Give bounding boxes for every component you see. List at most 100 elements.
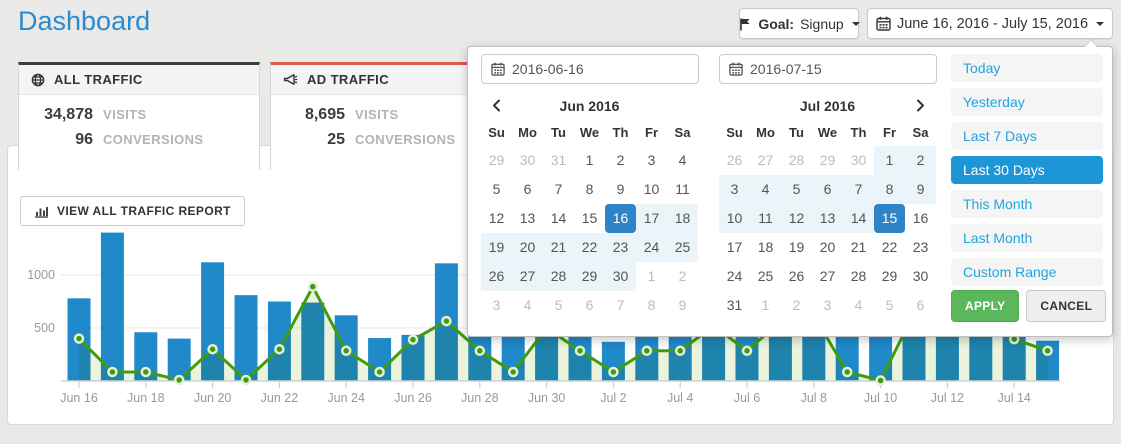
line-marker[interactable] [309, 283, 317, 291]
calendar-day[interactable]: 22 [574, 233, 605, 262]
calendar-day[interactable]: 21 [543, 233, 574, 262]
calendar-day[interactable]: 5 [543, 291, 574, 320]
calendar-day[interactable]: 30 [843, 146, 874, 175]
calendar-day[interactable]: 3 [636, 146, 667, 175]
calendar-day[interactable]: 7 [843, 175, 874, 204]
calendar-day[interactable]: 4 [750, 175, 781, 204]
calendar-day[interactable]: 26 [481, 262, 512, 291]
calendar-day[interactable]: 7 [605, 291, 636, 320]
calendar-day[interactable]: 12 [781, 204, 812, 233]
calendar-day[interactable]: 6 [512, 175, 543, 204]
calendar-day[interactable]: 29 [812, 146, 843, 175]
line-marker[interactable] [743, 347, 751, 355]
line-marker[interactable] [342, 347, 350, 355]
line-marker[interactable] [209, 345, 217, 353]
line-marker[interactable] [877, 376, 885, 384]
line-marker[interactable] [75, 335, 83, 343]
calendar-day[interactable]: 1 [874, 146, 905, 175]
calendar-day[interactable]: 28 [843, 262, 874, 291]
stat-card-all-traffic[interactable]: ALL TRAFFIC 34,878 VISITS 96 CONVERSIONS [18, 62, 260, 170]
calendar-day[interactable]: 4 [667, 146, 698, 175]
line-marker[interactable] [108, 368, 116, 376]
line-marker[interactable] [442, 317, 450, 325]
calendar-day[interactable]: 10 [719, 204, 750, 233]
calendar-day[interactable]: 28 [543, 262, 574, 291]
calendar-day[interactable]: 31 [719, 291, 750, 320]
calendar-day[interactable]: 19 [781, 233, 812, 262]
calendar-day[interactable]: 29 [481, 146, 512, 175]
calendar-day[interactable]: 8 [574, 175, 605, 204]
calendar-day[interactable]: 27 [512, 262, 543, 291]
end-date-input[interactable] [750, 61, 910, 77]
calendar-day[interactable]: 24 [719, 262, 750, 291]
calendar-day[interactable]: 6 [574, 291, 605, 320]
calendar-day[interactable]: 29 [574, 262, 605, 291]
chevron-right-icon[interactable] [905, 92, 936, 119]
line-marker[interactable] [576, 347, 584, 355]
calendar-day[interactable]: 30 [605, 262, 636, 291]
line-marker[interactable] [476, 347, 484, 355]
calendar-day[interactable]: 13 [812, 204, 843, 233]
calendar-day[interactable]: 2 [667, 262, 698, 291]
calendar-day[interactable]: 15 [874, 204, 905, 233]
calendar-day[interactable]: 15 [574, 204, 605, 233]
calendar-day[interactable]: 1 [574, 146, 605, 175]
line-marker[interactable] [275, 345, 283, 353]
calendar-day[interactable]: 3 [812, 291, 843, 320]
calendar-day[interactable]: 2 [605, 146, 636, 175]
preset-today[interactable]: Today [951, 54, 1103, 82]
calendar-day[interactable]: 3 [481, 291, 512, 320]
calendar-day[interactable]: 28 [781, 146, 812, 175]
calendar-day[interactable]: 11 [667, 175, 698, 204]
calendar-day[interactable]: 18 [750, 233, 781, 262]
calendar-day[interactable]: 1 [636, 262, 667, 291]
calendar-day[interactable]: 7 [543, 175, 574, 204]
line-marker[interactable] [509, 368, 517, 376]
calendar-day[interactable]: 11 [750, 204, 781, 233]
calendar-day[interactable]: 14 [543, 204, 574, 233]
calendar-day[interactable]: 5 [874, 291, 905, 320]
calendar-day[interactable]: 19 [481, 233, 512, 262]
calendar-day[interactable]: 21 [843, 233, 874, 262]
preset-last-month[interactable]: Last Month [951, 224, 1103, 252]
calendar-day[interactable]: 4 [512, 291, 543, 320]
goal-selector-button[interactable]: Goal: Signup [739, 8, 859, 39]
calendar-day[interactable]: 20 [812, 233, 843, 262]
calendar-day[interactable]: 23 [605, 233, 636, 262]
line-marker[interactable] [643, 347, 651, 355]
calendar-day[interactable]: 23 [905, 233, 936, 262]
calendar-day[interactable]: 29 [874, 262, 905, 291]
line-marker[interactable] [142, 368, 150, 376]
line-marker[interactable] [376, 368, 384, 376]
calendar-day[interactable]: 30 [512, 146, 543, 175]
calendar-day[interactable]: 27 [812, 262, 843, 291]
calendar-day[interactable]: 6 [905, 291, 936, 320]
calendar-day[interactable]: 16 [905, 204, 936, 233]
line-marker[interactable] [676, 347, 684, 355]
date-range-button[interactable]: June 16, 2016 - July 15, 2016 [867, 8, 1113, 39]
calendar-day[interactable]: 3 [719, 175, 750, 204]
preset-custom-range[interactable]: Custom Range [951, 258, 1103, 286]
cancel-button[interactable]: CANCEL [1026, 290, 1106, 322]
calendar-day[interactable]: 22 [874, 233, 905, 262]
calendar-day[interactable]: 4 [843, 291, 874, 320]
calendar-day[interactable]: 9 [905, 175, 936, 204]
calendar-day[interactable]: 17 [719, 233, 750, 262]
calendar-day[interactable]: 27 [750, 146, 781, 175]
calendar-day[interactable]: 1 [750, 291, 781, 320]
line-marker[interactable] [175, 376, 183, 384]
calendar-day[interactable]: 8 [874, 175, 905, 204]
preset-yesterday[interactable]: Yesterday [951, 88, 1103, 116]
calendar-day[interactable]: 25 [667, 233, 698, 262]
calendar-day[interactable]: 18 [667, 204, 698, 233]
calendar-day[interactable]: 30 [905, 262, 936, 291]
start-date-input[interactable] [512, 61, 672, 77]
calendar-day[interactable]: 12 [481, 204, 512, 233]
line-marker[interactable] [242, 376, 250, 384]
calendar-day[interactable]: 2 [905, 146, 936, 175]
chevron-left-icon[interactable] [481, 92, 512, 119]
calendar-day[interactable]: 25 [750, 262, 781, 291]
calendar-day[interactable]: 9 [605, 175, 636, 204]
line-marker[interactable] [609, 368, 617, 376]
preset-last-30-days[interactable]: Last 30 Days [951, 156, 1103, 184]
